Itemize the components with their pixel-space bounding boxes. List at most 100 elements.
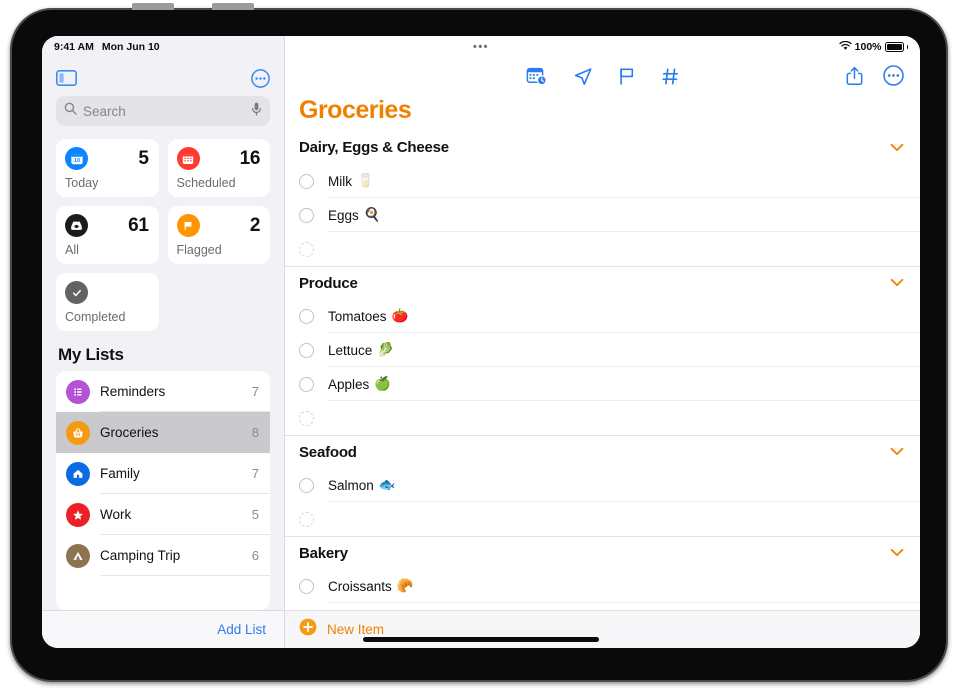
list-item-camping-trip[interactable]: Camping Trip 6 (56, 535, 270, 576)
list-item-reminders[interactable]: Reminders 7 (56, 371, 270, 412)
reminder-item-empty[interactable] (285, 232, 920, 266)
reminder-item-empty[interactable] (285, 401, 920, 435)
main-content: Groceries Dairy, Eggs & Cheese Milk 🥛 Eg… (285, 36, 920, 648)
smart-list-today[interactable]: 10 5 Today (56, 139, 159, 197)
smart-list-completed[interactable]: Completed (56, 273, 159, 331)
list-item-label: Reminders (100, 384, 166, 399)
smart-lists-grid: 10 5 Today 16 Scheduled 61 All 2 Flagged… (56, 139, 270, 331)
main-toolbar (285, 36, 920, 92)
checkbox[interactable] (299, 477, 314, 493)
smart-list-label: Scheduled (176, 176, 236, 190)
section-header-bakery[interactable]: Bakery (285, 536, 920, 569)
my-lists-container: Reminders 7 Groceries 8 Family 7 Work 5 … (56, 371, 270, 610)
search-icon (64, 102, 77, 120)
search-placeholder: Search (83, 103, 126, 119)
list-item-label: Groceries (100, 425, 159, 440)
reminder-text: Milk (328, 173, 352, 189)
reminder-item[interactable]: Apples 🍏 (285, 367, 920, 401)
reminder-item-empty[interactable] (285, 502, 920, 536)
chevron-down-icon[interactable] (890, 274, 904, 292)
smart-list-label: Flagged (176, 243, 222, 257)
section-title: Produce (299, 274, 358, 292)
list-item-count: 7 (251, 384, 259, 399)
reminder-item[interactable]: Lettuce 🥬 (285, 333, 920, 367)
ipad-screen: 9:41 AM Mon Jun 10 ••• 100% Search 10 5 … (42, 36, 920, 648)
star-icon (66, 502, 90, 527)
chevron-down-icon[interactable] (890, 443, 904, 461)
reminder-item[interactable]: Salmon 🐟 (285, 468, 920, 502)
divider (328, 602, 920, 603)
section-header-produce[interactable]: Produce (285, 266, 920, 299)
smart-list-scheduled[interactable]: 16 Scheduled (167, 139, 270, 197)
more-circle-icon[interactable] (251, 68, 270, 88)
reminder-item[interactable]: Tomatoes 🍅 (285, 299, 920, 333)
reminder-emoji: 🥐 (396, 578, 414, 593)
volume-down-button[interactable] (212, 3, 254, 10)
checkbox[interactable] (299, 578, 314, 594)
home-indicator[interactable] (363, 637, 599, 642)
checkbox[interactable] (299, 173, 314, 189)
checkbox[interactable] (299, 511, 314, 527)
flag-icon (176, 214, 200, 237)
bulleted-list-icon (66, 379, 90, 404)
checkbox[interactable] (299, 410, 314, 426)
smart-list-count: 2 (249, 214, 261, 236)
new-item-bar[interactable]: New Item (285, 610, 920, 648)
toolbar-actions (526, 67, 679, 86)
reminder-emoji: 🐟 (378, 477, 396, 492)
checkbox[interactable] (299, 207, 314, 223)
chevron-down-icon[interactable] (890, 544, 904, 562)
reminder-emoji: 🥛 (357, 173, 374, 188)
toolbar-right-actions (846, 65, 904, 86)
new-item-label[interactable]: New Item (327, 622, 384, 637)
checkbox[interactable] (299, 241, 314, 257)
volume-up-button[interactable] (132, 3, 174, 10)
location-arrow-icon[interactable] (573, 67, 592, 86)
reminder-text: Apples (328, 376, 370, 392)
reminder-text: Lettuce (328, 342, 373, 358)
add-list-button[interactable]: Add List (217, 622, 266, 637)
svg-text:10: 10 (73, 158, 79, 164)
reminder-emoji: 🍏 (374, 376, 392, 391)
reminder-item[interactable]: Croissants 🥐 (285, 569, 920, 603)
search-input[interactable]: Search (56, 96, 270, 126)
list-item-groceries[interactable]: Groceries 8 (56, 412, 270, 453)
my-lists-heading: My Lists (58, 345, 124, 364)
section-title: Dairy, Eggs & Cheese (299, 139, 449, 156)
reminder-text: Croissants (328, 578, 392, 594)
list-item-count: 5 (251, 507, 259, 522)
more-circle-icon[interactable] (883, 65, 904, 86)
list-item-label: Work (100, 507, 132, 522)
plus-circle-icon[interactable] (299, 618, 317, 641)
hashtag-icon[interactable] (661, 67, 679, 86)
reminder-item[interactable]: Milk 🥛 (285, 164, 920, 198)
sidebar-toggle-icon[interactable] (56, 70, 77, 86)
checkbox[interactable] (299, 342, 314, 358)
smart-list-count: 61 (128, 214, 149, 236)
flag-icon[interactable] (618, 67, 635, 86)
chevron-down-icon[interactable] (890, 139, 904, 157)
divider (100, 575, 270, 576)
section-header-seafood[interactable]: Seafood (285, 435, 920, 468)
list-item-work[interactable]: Work 5 (56, 494, 270, 535)
smart-list-flagged[interactable]: 2 Flagged (167, 206, 270, 264)
checkbox[interactable] (299, 376, 314, 392)
calendar-clock-icon[interactable] (526, 67, 547, 86)
smart-list-count: 5 (138, 147, 149, 169)
reminder-item[interactable]: Eggs 🍳 (285, 198, 920, 232)
section-header-dairy-eggs-cheese[interactable]: Dairy, Eggs & Cheese (285, 131, 920, 164)
reminder-text: Tomatoes (328, 308, 387, 324)
microphone-icon[interactable] (251, 102, 262, 121)
smart-list-all[interactable]: 61 All (56, 206, 159, 264)
checkbox[interactable] (299, 308, 314, 324)
section-title: Seafood (299, 443, 357, 461)
reminder-text: Eggs (328, 207, 359, 223)
check-circle-icon (65, 281, 88, 304)
page-title: Groceries (299, 96, 412, 124)
smart-list-count: 16 (239, 147, 261, 169)
calendar-today-icon: 10 (65, 147, 88, 170)
reminder-emoji: 🍳 (363, 207, 381, 222)
share-icon[interactable] (846, 66, 863, 86)
list-item-family[interactable]: Family 7 (56, 453, 270, 494)
reminder-text: Salmon (328, 477, 374, 493)
